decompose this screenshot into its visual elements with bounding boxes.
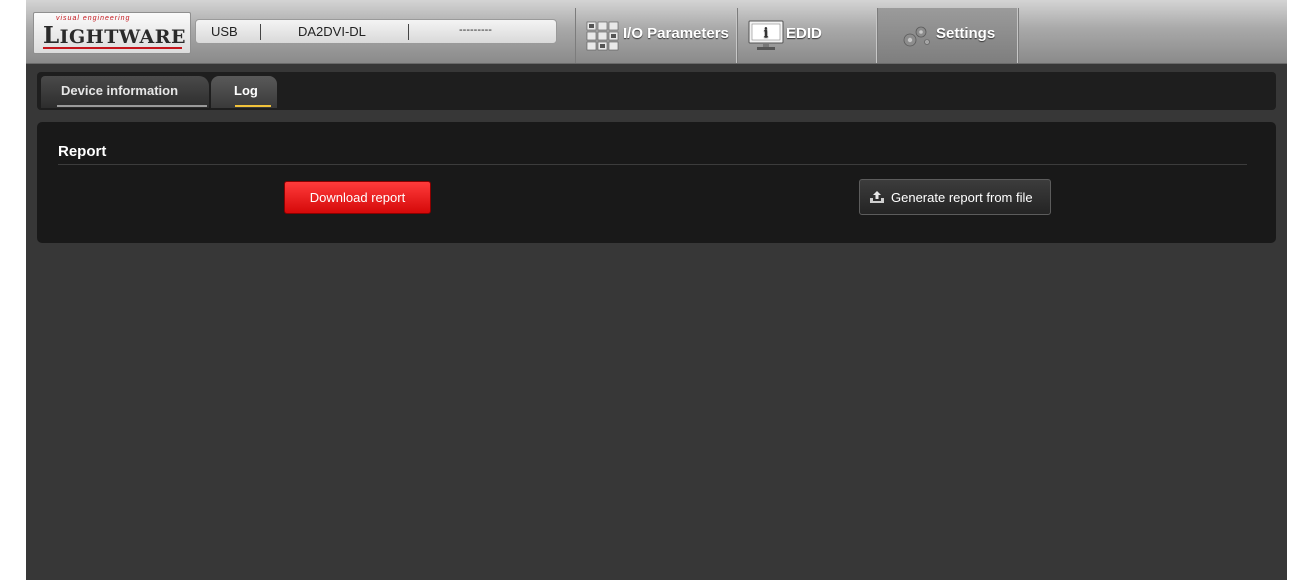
upload-tray-icon [869,190,885,207]
connection-device: DA2DVI-DL [298,24,366,39]
connection-port: USB [211,24,238,39]
report-title: Report [58,143,107,160]
subtab-log-label: Log [234,83,258,98]
monitor-info-icon: i [748,20,784,56]
lightware-logo: visual engineering LIGHTWARE [33,12,191,54]
tab-bar-filler [1018,8,1287,63]
subtab-device-information-label: Device information [61,83,179,98]
gears-icon [900,23,932,53]
subtab-active-underline [235,105,271,107]
divider [260,24,261,40]
io-grid-icon [586,21,620,55]
subtab-underline [57,105,207,107]
divider [408,24,409,40]
tab-edid[interactable]: i EDID [737,8,877,63]
top-bar: visual engineering LIGHTWARE USB DA2DVI-… [26,0,1287,64]
app-window: visual engineering LIGHTWARE USB DA2DVI-… [26,0,1287,580]
tab-settings-label: Settings [936,25,996,42]
download-report-button[interactable]: Download report [284,181,431,214]
tab-io-parameters-label: I/O Parameters [623,25,729,42]
report-panel: Report Download report Generate report f… [37,122,1276,243]
subtab-log[interactable]: Log [211,76,277,108]
tab-edid-label: EDID [786,25,822,42]
connection-serial: --------- [459,24,492,36]
logo-tagline: visual engineering [56,15,131,22]
logo-wordmark: LIGHTWARE [43,22,187,49]
tab-io-parameters[interactable]: I/O Parameters [575,8,737,63]
generate-report-from-file-label: Generate report from file [891,190,1033,205]
divider [58,164,1247,165]
logo-underline [43,47,182,49]
tab-settings[interactable]: Settings [877,8,1018,63]
subtab-device-information[interactable]: Device information [41,76,209,108]
subtab-bar: Device information Log [37,72,1276,110]
connection-info[interactable]: USB DA2DVI-DL --------- [195,19,557,44]
svg-text:i: i [764,26,769,41]
generate-report-from-file-button[interactable]: Generate report from file [859,179,1051,215]
